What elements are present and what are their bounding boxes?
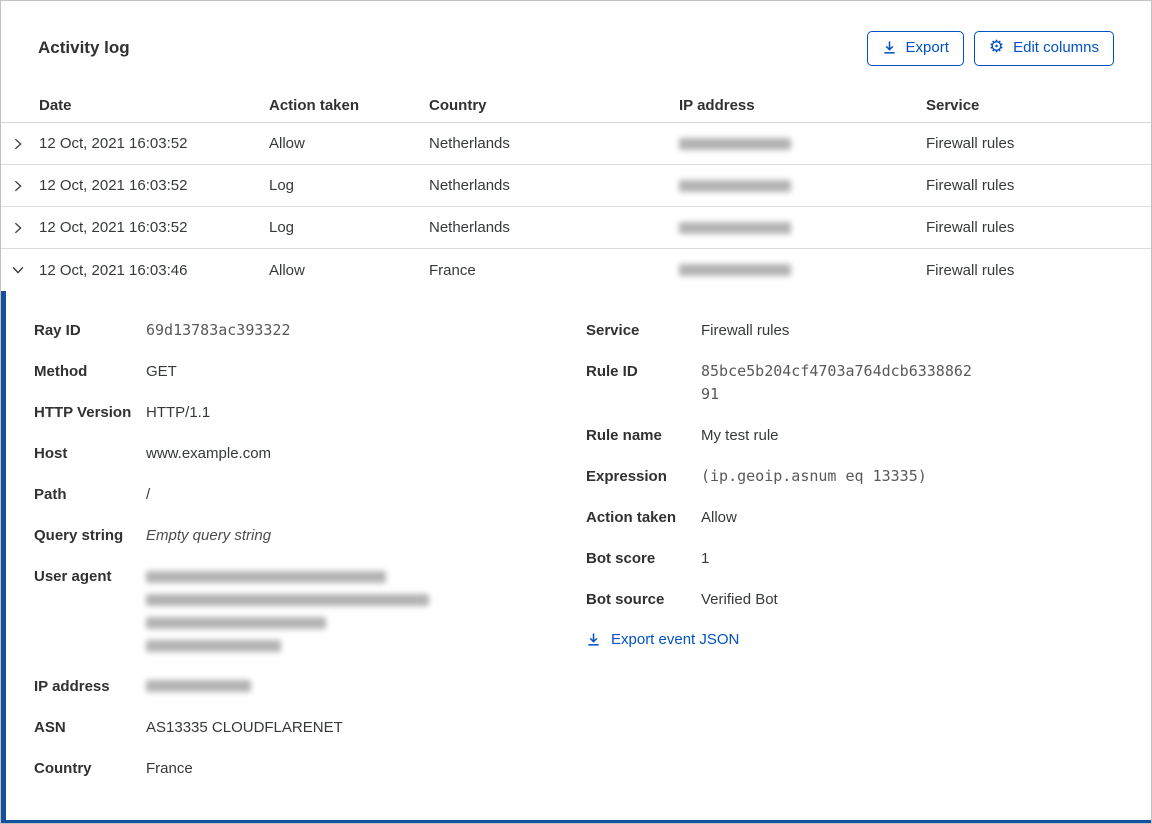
row-action-taken: Log [269, 177, 295, 194]
activity-log-header: Activity log Export Edit columns [1, 1, 1151, 89]
detail-path: Path / [34, 486, 151, 503]
row-service: Firewall rules [926, 219, 1015, 236]
column-header-date: Date [39, 97, 72, 114]
detail-ray-id: Ray ID 69d13783ac393322 [34, 321, 291, 339]
page-title: Activity log [38, 38, 130, 57]
gear-icon [989, 39, 1004, 57]
event-detail-panel: Ray ID 69d13783ac393322 Method GET HTTP … [1, 291, 1151, 823]
detail-action-taken: Action taken Allow [586, 509, 737, 526]
row-ip-address-redacted [679, 221, 926, 234]
detail-country: Country France [34, 760, 193, 777]
column-header-ip-address: IP address [679, 97, 755, 114]
ip-address-redacted [146, 675, 251, 698]
row-country: Netherlands [429, 219, 510, 236]
column-header-country: Country [429, 97, 487, 114]
download-icon [882, 40, 897, 55]
detail-asn: ASN AS13335 CLOUDFLARENET [34, 719, 343, 736]
detail-method: Method GET [34, 363, 177, 380]
chevron-down-icon[interactable] [11, 263, 39, 277]
event-detail-left-column: Ray ID 69d13783ac393322 Method GET HTTP … [34, 319, 586, 800]
row-date: 12 Oct, 2021 16:03:52 [39, 135, 188, 152]
detail-bot-source: Bot source Verified Bot [586, 591, 778, 608]
row-action-taken: Log [269, 219, 295, 236]
export-event-json-link[interactable]: Export event JSON [586, 631, 739, 648]
export-button-label: Export [905, 38, 949, 56]
row-date: 12 Oct, 2021 16:03:52 [39, 219, 188, 236]
row-date: 12 Oct, 2021 16:03:46 [39, 261, 188, 279]
row-country: Netherlands [429, 135, 510, 152]
row-service: Firewall rules [926, 135, 1015, 152]
download-icon [586, 632, 601, 647]
detail-rule-id: Rule ID 85bce5b204cf4703a764dcb633886291 [586, 362, 972, 403]
row-country: France [429, 261, 476, 279]
row-ip-address-redacted [679, 137, 926, 150]
column-header-service: Service [926, 97, 980, 114]
user-agent-redacted [146, 565, 429, 657]
table-row[interactable]: 12 Oct, 2021 16:03:52 Allow Netherlands … [1, 123, 1151, 165]
column-header-action-taken: Action taken [269, 97, 360, 114]
detail-query-string: Query string Empty query string [34, 527, 272, 544]
chevron-right-icon[interactable] [11, 221, 39, 235]
detail-rule-name: Rule name My test rule [586, 427, 779, 444]
detail-user-agent: User agent [34, 565, 586, 657]
export-button[interactable]: Export [866, 30, 964, 66]
chevron-right-icon[interactable] [11, 179, 39, 193]
row-ip-address-redacted [679, 179, 926, 192]
edit-columns-button[interactable]: Edit columns [973, 30, 1114, 66]
row-action-taken: Allow [269, 135, 305, 152]
table-row-expanded[interactable]: 12 Oct, 2021 16:03:46 Allow France Firew… [1, 249, 1151, 291]
detail-service: Service Firewall rules [586, 322, 790, 339]
table-header: Date Action taken Country IP address Ser… [1, 89, 1151, 123]
table-row[interactable]: 12 Oct, 2021 16:03:52 Log Netherlands Fi… [1, 207, 1151, 249]
detail-ip-address: IP address [34, 675, 586, 698]
table-row[interactable]: 12 Oct, 2021 16:03:52 Log Netherlands Fi… [1, 165, 1151, 207]
detail-bot-score: Bot score 1 [586, 550, 710, 567]
event-detail-right-column: Service Firewall rules Rule ID 85bce5b20… [586, 319, 1151, 800]
detail-http-version: HTTP Version HTTP/1.1 [34, 404, 211, 421]
edit-columns-button-label: Edit columns [1013, 38, 1099, 56]
row-action-taken: Allow [269, 261, 305, 279]
row-country: Netherlands [429, 177, 510, 194]
row-service: Firewall rules [926, 261, 1015, 279]
detail-expression: Expression (ip.geoip.asnum eq 13335) [586, 467, 927, 485]
chevron-right-icon[interactable] [11, 137, 39, 151]
detail-host: Host www.example.com [34, 445, 272, 462]
row-date: 12 Oct, 2021 16:03:52 [39, 177, 188, 194]
toolbar: Export Edit columns [866, 30, 1114, 66]
row-ip-address-redacted [679, 264, 926, 276]
export-event-json-label: Export event JSON [611, 631, 740, 648]
row-service: Firewall rules [926, 177, 1015, 194]
